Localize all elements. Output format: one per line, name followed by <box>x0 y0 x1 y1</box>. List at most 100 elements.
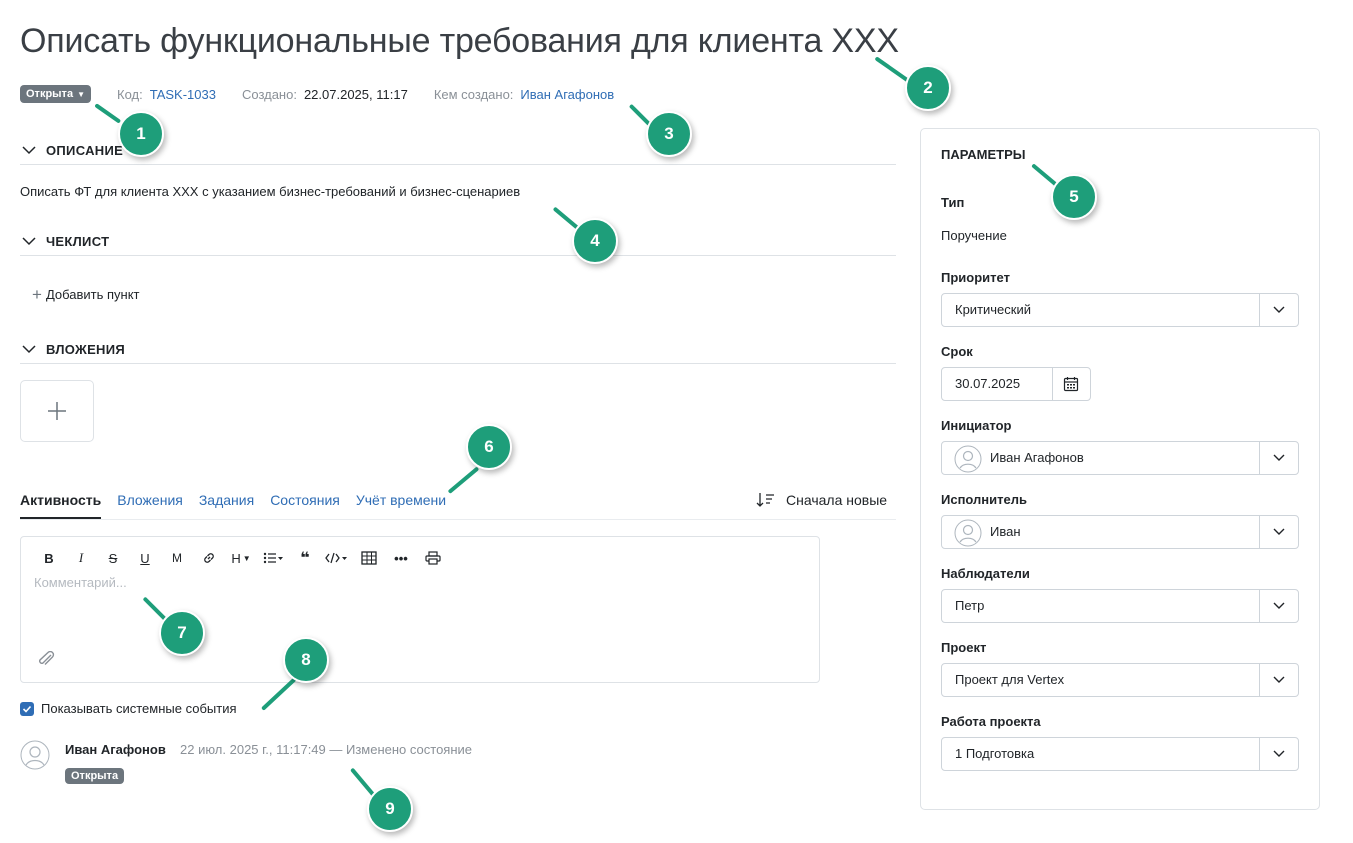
chevron-down-icon <box>1273 602 1285 609</box>
add-checklist-item-button[interactable]: + Добавить пункт <box>32 286 140 303</box>
marker-tail <box>447 466 480 494</box>
priority-select[interactable]: Критический <box>941 293 1299 327</box>
activity-tabs: Активность Вложения Задания Состояния Уч… <box>20 490 462 520</box>
callout-marker-6: 6 <box>466 424 512 470</box>
watchers-value: Петр <box>955 598 985 613</box>
chevron-down-icon <box>1273 306 1285 313</box>
sort-label: Сначала новые <box>786 492 888 508</box>
link-icon[interactable] <box>193 549 225 567</box>
mark-button[interactable]: M <box>161 549 193 567</box>
tab-activity[interactable]: Активность <box>20 490 102 519</box>
priority-value: Критический <box>955 302 1031 317</box>
assignee-label: Исполнитель <box>941 492 1027 507</box>
initiator-value: Иван Агафонов <box>990 450 1084 465</box>
table-icon[interactable] <box>353 549 385 567</box>
chevron-down-icon <box>22 146 36 155</box>
callout-marker-3: 3 <box>646 111 692 157</box>
task-code-link[interactable]: TASK-1033 <box>150 87 216 102</box>
page-title: Описать функциональные требования для кл… <box>20 22 899 60</box>
select-divider <box>1259 590 1260 622</box>
project-value: Проект для Vertex <box>955 672 1065 687</box>
priority-label: Приоритет <box>941 270 1010 285</box>
avatar <box>954 445 982 473</box>
activity-info: 22 июл. 2025 г., 11:17:49 — Изменено сос… <box>180 742 473 757</box>
sort-descending-icon <box>756 493 774 507</box>
watchers-label: Наблюдатели <box>941 566 1030 581</box>
initiator-select[interactable]: Иван Агафонов <box>941 441 1299 475</box>
assignee-select[interactable]: Иван <box>941 515 1299 549</box>
callout-marker-1: 1 <box>118 111 164 157</box>
description-title: ОПИСАНИЕ <box>46 143 124 158</box>
type-value: Поручение <box>941 228 1007 243</box>
created-value: 22.07.2025, 11:17 <box>303 86 408 102</box>
callout-marker-7: 7 <box>159 610 205 656</box>
project-work-label: Работа проекта <box>941 714 1041 729</box>
select-divider <box>1259 442 1260 474</box>
watchers-select[interactable]: Петр <box>941 589 1299 623</box>
description-text: Описать ФТ для клиента XXX с указанием б… <box>20 184 521 199</box>
calendar-icon[interactable] <box>1063 376 1079 392</box>
status-badge-label: Открыта <box>26 88 74 100</box>
more-icon[interactable]: ••• <box>385 549 417 567</box>
comment-input[interactable]: Комментарий... <box>34 575 127 590</box>
select-divider <box>1259 516 1260 548</box>
checkmark-icon <box>22 705 32 713</box>
editor-toolbar: B I S U M H ▼ ❝ ••• <box>33 549 449 567</box>
callout-marker-2: 2 <box>905 65 951 111</box>
avatar <box>954 519 982 547</box>
attachments-section-header[interactable]: ВЛОЖЕНИЯ <box>20 342 896 364</box>
add-attachment-button[interactable] <box>20 380 94 442</box>
select-divider <box>1259 294 1260 326</box>
select-divider <box>1259 738 1260 770</box>
project-work-value: 1 Подготовка <box>955 746 1035 761</box>
plus-icon <box>48 402 66 420</box>
author-link[interactable]: Иван Агафонов <box>520 87 614 102</box>
tab-time-tracking[interactable]: Учёт времени <box>356 490 446 520</box>
created-label: Создано: <box>241 86 297 102</box>
assignee-value: Иван <box>990 524 1021 539</box>
tab-attachments[interactable]: Вложения <box>117 490 183 520</box>
initiator-label: Инициатор <box>941 418 1012 433</box>
callout-marker-5: 5 <box>1051 174 1097 220</box>
bold-button[interactable]: B <box>33 549 65 567</box>
deadline-date-input[interactable]: 30.07.2025 <box>941 367 1091 401</box>
callout-marker-4: 4 <box>572 218 618 264</box>
activity-author[interactable]: Иван Агафонов <box>65 742 166 757</box>
code-icon[interactable] <box>321 549 353 567</box>
system-events-toggle[interactable]: Показывать системные события <box>20 701 237 716</box>
chevron-down-icon <box>1273 750 1285 757</box>
chevron-down-icon <box>1273 454 1285 461</box>
paperclip-icon[interactable] <box>37 651 57 667</box>
status-dropdown[interactable]: Открыта ▼ <box>20 85 91 103</box>
italic-button[interactable]: I <box>65 549 97 567</box>
project-select[interactable]: Проект для Vertex <box>941 663 1299 697</box>
comment-editor[interactable]: B I S U M H ▼ ❝ ••• Комментарий... <box>20 536 820 683</box>
heading-dropdown[interactable]: H ▼ <box>225 549 257 567</box>
checklist-section-header[interactable]: ЧЕКЛИСТ <box>20 234 896 256</box>
tab-states[interactable]: Состояния <box>270 490 340 520</box>
author-label: Кем создано: <box>433 86 514 102</box>
caret-down-icon: ▼ <box>77 89 85 99</box>
sort-toggle[interactable]: Сначала новые <box>756 492 887 508</box>
task-meta: Открыта ▼ Код: TASK-1033 Создано: 22.07.… <box>20 84 614 104</box>
print-icon[interactable] <box>417 549 449 567</box>
tab-assignments[interactable]: Задания <box>199 490 254 520</box>
system-events-checkbox[interactable] <box>20 701 34 716</box>
strikethrough-button[interactable]: S <box>97 549 129 567</box>
chevron-down-icon <box>1273 676 1285 683</box>
attachments-title: ВЛОЖЕНИЯ <box>46 342 126 357</box>
heading-label: H <box>231 550 241 566</box>
parameters-panel: ПАРАМЕТРЫ Тип Поручение Приоритет Критич… <box>920 128 1320 810</box>
code-label: Код: <box>117 86 143 102</box>
project-work-select[interactable]: 1 Подготовка <box>941 737 1299 771</box>
deadline-value: 30.07.2025 <box>955 376 1021 391</box>
callout-marker-9: 9 <box>367 786 413 832</box>
deadline-label: Срок <box>941 344 973 359</box>
quote-icon[interactable]: ❝ <box>289 549 321 567</box>
system-events-label: Показывать системные события <box>41 701 237 716</box>
list-icon[interactable] <box>257 549 289 567</box>
panel-title: ПАРАМЕТРЫ <box>941 147 1026 162</box>
underline-button[interactable]: U <box>129 549 161 567</box>
callout-marker-8: 8 <box>283 637 329 683</box>
add-item-label: Добавить пункт <box>45 287 140 302</box>
